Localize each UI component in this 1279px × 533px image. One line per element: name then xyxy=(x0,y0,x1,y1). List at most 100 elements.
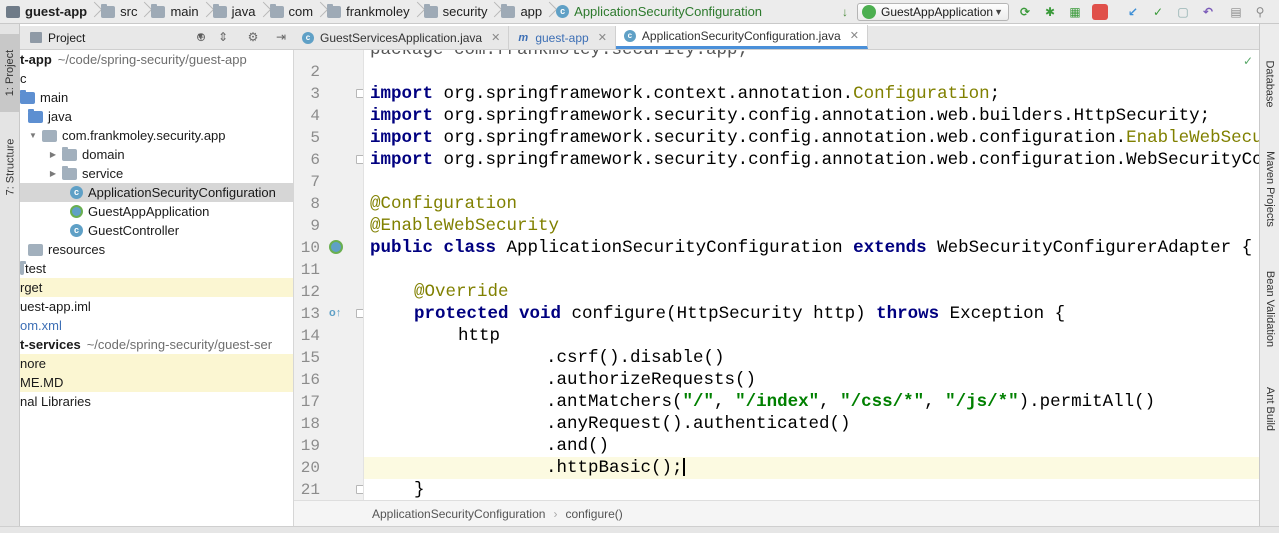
crumb-main[interactable]: main xyxy=(145,0,206,24)
tree-row[interactable]: c ApplicationSecurityConfiguration xyxy=(20,183,293,202)
tree-row[interactable]: java xyxy=(20,107,293,126)
code-text: org.springframework.security.config.anno… xyxy=(443,150,1259,170)
crumb-module[interactable]: guest-app xyxy=(0,0,95,24)
fold-marker[interactable] xyxy=(356,155,363,164)
target-icon[interactable]: ⊕ xyxy=(194,30,208,44)
tree-row[interactable]: test xyxy=(20,259,293,278)
tree-row[interactable]: nal Libraries xyxy=(20,392,293,411)
line-number: 5 xyxy=(310,129,320,147)
code-line-current: .httpBasic(); xyxy=(364,457,1259,479)
close-icon[interactable]: ✕ xyxy=(850,29,859,42)
project-icon xyxy=(30,32,42,43)
chevron-right-icon xyxy=(94,0,95,24)
crumb-security[interactable]: security xyxy=(418,0,496,24)
collapse-icon[interactable]: ⇕ xyxy=(216,30,230,44)
class-icon: c xyxy=(623,29,636,42)
history-icon[interactable]: ▢ xyxy=(1175,4,1191,20)
crumb-label: frankmoley xyxy=(346,4,410,19)
tree-row[interactable]: uest-app.iml xyxy=(20,297,293,316)
tree-row-label: service xyxy=(82,166,124,181)
project-structure-icon[interactable]: ▤ xyxy=(1228,4,1244,20)
line-number: 20 xyxy=(300,459,320,477)
tree-row[interactable]: c xyxy=(20,69,293,88)
crumb-src[interactable]: src xyxy=(95,0,145,24)
tree-row[interactable]: t-services ~/code/spring-security/guest-s… xyxy=(20,335,293,354)
crumb-class[interactable]: c ApplicationSecurityConfiguration xyxy=(550,0,762,24)
tree-row[interactable]: rget xyxy=(20,278,293,297)
tree-row[interactable]: ▶ domain xyxy=(20,145,293,164)
project-panel-title[interactable]: Project xyxy=(48,31,85,45)
tool-tab-label: Bean Validation xyxy=(1264,270,1276,348)
code-text: WebSecurityConfigurerAdapter { xyxy=(926,238,1253,258)
annotation: @Override xyxy=(414,282,509,302)
update-icon[interactable]: ↙ xyxy=(1125,4,1141,20)
class-icon: c xyxy=(70,224,83,237)
code-text: ; xyxy=(989,84,1001,104)
tool-tab-maven[interactable]: Maven Projects xyxy=(1260,139,1279,239)
chevron-right-icon[interactable]: ▶ xyxy=(48,169,58,178)
tree-row[interactable]: om.xml xyxy=(20,316,293,335)
line-number: 19 xyxy=(300,437,320,455)
tool-tab-structure[interactable]: 7: Structure xyxy=(0,122,20,212)
close-icon[interactable]: ✕ xyxy=(598,31,607,44)
tree-row-label: GuestController xyxy=(88,223,180,238)
code-text: , xyxy=(819,392,841,412)
breadcrumb-class[interactable]: ApplicationSecurityConfiguration xyxy=(372,507,545,521)
run-configuration-select[interactable]: GuestAppApplication ▼ xyxy=(857,3,1009,21)
source-folder-icon xyxy=(28,108,43,123)
vcs-icon[interactable]: ✓ xyxy=(1150,4,1166,20)
tree-row[interactable]: nore xyxy=(20,354,293,373)
crumb-app[interactable]: app xyxy=(495,0,550,24)
hide-icon[interactable]: ⇥ xyxy=(274,30,288,44)
build-hammer-icon[interactable]: ↓ xyxy=(837,4,853,20)
tree-row[interactable]: main xyxy=(20,88,293,107)
text-caret xyxy=(682,458,685,477)
crumb-frankmoley[interactable]: frankmoley xyxy=(321,0,418,24)
tree-row[interactable]: resources xyxy=(20,240,293,259)
tree-row[interactable]: GuestAppApplication xyxy=(20,202,293,221)
code-line: .authorizeRequests() xyxy=(370,369,756,391)
fold-marker[interactable] xyxy=(356,89,363,98)
code-line: @EnableWebSecurity xyxy=(370,215,559,237)
crumb-label: guest-app xyxy=(25,4,88,19)
spring-bean-icon[interactable] xyxy=(329,240,343,254)
tree-row[interactable]: t-app ~/code/spring-security/guest-app xyxy=(20,50,293,69)
inspection-ok-icon[interactable]: ✓ xyxy=(1243,54,1253,68)
crumb-com[interactable]: com xyxy=(264,0,322,24)
tree-row[interactable]: ME.MD xyxy=(20,373,293,392)
tool-tab-ant-build[interactable]: Ant Build xyxy=(1260,374,1279,444)
close-icon[interactable]: ✕ xyxy=(491,31,500,44)
editor-tab[interactable]: m guest-app ✕ xyxy=(509,26,616,49)
stop-icon[interactable] xyxy=(1092,4,1108,20)
fold-marker[interactable] xyxy=(356,485,363,494)
code-editor[interactable]: package com.frankmoley.security.app; imp… xyxy=(364,50,1259,500)
tool-tab-database[interactable]: Database xyxy=(1260,49,1279,119)
chevron-right-icon[interactable]: ▶ xyxy=(48,150,58,159)
tool-tab-bean-validation[interactable]: Bean Validation xyxy=(1260,254,1279,364)
tree-row[interactable]: ▶ service xyxy=(20,164,293,183)
chevron-right-icon xyxy=(144,0,145,24)
rerun-icon[interactable]: ⟳ xyxy=(1017,4,1033,20)
folder-icon xyxy=(423,3,438,18)
editor-tab-label: ApplicationSecurityConfiguration.java xyxy=(641,28,841,43)
editor-tab-active[interactable]: c ApplicationSecurityConfiguration.java ✕ xyxy=(615,25,868,49)
editor-tab[interactable]: c GuestServicesApplication.java ✕ xyxy=(294,26,510,49)
breadcrumb-method[interactable]: configure() xyxy=(565,507,622,521)
tool-tab-project[interactable]: 1: Project xyxy=(0,34,20,112)
tree-row[interactable]: ▼ com.frankmoley.security.app xyxy=(20,126,293,145)
code-line: public class ApplicationSecurityConfigur… xyxy=(370,237,1252,259)
search-icon[interactable]: ⚲ xyxy=(1252,4,1268,20)
gear-icon[interactable]: ⚙ xyxy=(246,30,260,44)
chevron-down-icon[interactable]: ▼ xyxy=(28,131,38,140)
tree-row[interactable]: c GuestController xyxy=(20,221,293,240)
code-line: import org.springframework.context.annot… xyxy=(370,83,1000,105)
code-line: .csrf().disable() xyxy=(370,347,725,369)
crumb-java[interactable]: java xyxy=(207,0,264,24)
tree-row-label: om.xml xyxy=(20,318,62,333)
coverage-icon[interactable]: ▦ xyxy=(1067,4,1083,20)
debug-icon[interactable]: ✱ xyxy=(1042,4,1058,20)
fold-marker[interactable] xyxy=(356,309,363,318)
line-number: 10 xyxy=(300,239,320,257)
revert-icon[interactable]: ↶ xyxy=(1200,4,1216,20)
override-icon[interactable]: o↑ xyxy=(329,307,341,319)
